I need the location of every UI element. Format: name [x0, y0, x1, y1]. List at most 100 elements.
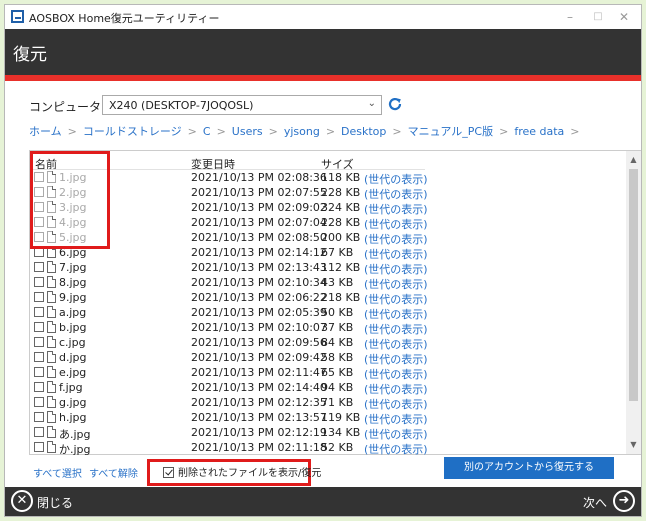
maximize-button[interactable]: □ [589, 8, 607, 26]
file-row[interactable]: 5.jpg 2021/10/13 PM 02:08:50 200 KB (世代の表示) [30, 230, 622, 246]
file-row[interactable]: b.jpg 2021/10/13 PM 02:10:07 37 KB (世代の表示) [30, 320, 622, 336]
file-size: 112 KB [321, 261, 361, 274]
file-checkbox[interactable] [34, 172, 44, 182]
show-deleted-label: 削除されたファイルを表示/復元 [178, 468, 322, 479]
scroll-up-icon[interactable]: ▲ [626, 154, 641, 166]
breadcrumb-item[interactable]: free data [514, 125, 564, 138]
file-row[interactable]: f.jpg 2021/10/13 PM 02:14:40 94 KB (世代の表示) [30, 380, 622, 396]
file-checkbox[interactable] [34, 442, 44, 452]
file-checkbox[interactable] [34, 382, 44, 392]
file-checkbox[interactable] [34, 307, 44, 317]
file-list: 名前 変更日時 サイズ 1.jpg 2021/10/13 PM 02:08:36 1… [29, 150, 641, 457]
file-row[interactable]: h.jpg 2021/10/13 PM 02:13:57 119 KB (世代の表示) [30, 410, 622, 426]
file-row[interactable]: 4.jpg 2021/10/13 PM 02:07:04 228 KB (世代の表示) [30, 215, 622, 231]
file-row[interactable]: d.jpg 2021/10/13 PM 02:09:42 58 KB (世代の表示) [30, 350, 622, 366]
vertical-scrollbar[interactable]: ▲ ▼ [626, 151, 641, 454]
file-checkbox[interactable] [34, 232, 44, 242]
app-logo-icon [11, 10, 24, 23]
scroll-thumb[interactable] [629, 169, 638, 401]
show-versions-link[interactable]: (世代の表示) [364, 441, 428, 457]
file-row[interactable]: 1.jpg 2021/10/13 PM 02:08:36 118 KB (世代の表示) [30, 170, 622, 186]
select-all-link[interactable]: すべて選択 [33, 465, 82, 480]
file-name: g.jpg [59, 396, 87, 409]
file-checkbox[interactable] [34, 262, 44, 272]
file-modified-date: 2021/10/13 PM 02:13:43 [191, 261, 327, 274]
file-row[interactable]: 7.jpg 2021/10/13 PM 02:13:43 112 KB (世代の表示) [30, 260, 622, 276]
file-row[interactable]: 2.jpg 2021/10/13 PM 02:07:55 228 KB (世代の表示) [30, 185, 622, 201]
breadcrumb-item[interactable]: C [203, 125, 211, 138]
refresh-icon[interactable] [386, 95, 404, 113]
close-window-button[interactable]: ✕ [615, 8, 633, 26]
file-checkbox[interactable] [34, 397, 44, 407]
file-size: 228 KB [321, 186, 361, 199]
file-icon [47, 186, 56, 198]
file-checkbox[interactable] [34, 412, 44, 422]
close-circle-icon[interactable]: ✕ [11, 490, 33, 512]
computer-dropdown[interactable]: X240 (DESKTOP-7JOQOSL) ⌄ [102, 95, 382, 115]
breadcrumb-separator: > [325, 125, 336, 138]
deselect-all-link[interactable]: すべて解除 [89, 465, 138, 480]
file-size: 84 KB [321, 336, 354, 349]
breadcrumb-item[interactable]: コールドストレージ [83, 125, 182, 138]
file-checkbox[interactable] [34, 352, 44, 362]
file-icon [47, 411, 56, 423]
file-modified-date: 2021/10/13 PM 02:06:22 [191, 291, 327, 304]
file-modified-date: 2021/10/13 PM 02:14:40 [191, 381, 327, 394]
file-checkbox[interactable] [34, 292, 44, 302]
file-size: 218 KB [321, 291, 361, 304]
arrow-right-icon[interactable]: ➜ [613, 490, 635, 512]
file-icon [47, 321, 56, 333]
file-checkbox[interactable] [34, 217, 44, 227]
restore-from-other-account-button[interactable]: 別のアカウントから復元する [444, 457, 614, 479]
file-size: 118 KB [321, 171, 361, 184]
breadcrumb-item[interactable]: yjsong [284, 125, 320, 138]
file-size: 324 KB [321, 201, 361, 214]
file-size: 200 KB [321, 231, 361, 244]
file-size: 58 KB [321, 351, 354, 364]
file-modified-date: 2021/10/13 PM 02:12:19 [191, 426, 327, 439]
minimize-button[interactable]: – [561, 8, 579, 26]
scroll-down-icon[interactable]: ▼ [626, 439, 641, 451]
computer-selected-value: X240 (DESKTOP-7JOQOSL) [109, 99, 254, 112]
file-row[interactable]: 8.jpg 2021/10/13 PM 02:10:34 43 KB (世代の表示) [30, 275, 622, 291]
breadcrumb-item[interactable]: ホーム [29, 125, 62, 138]
file-icon [47, 381, 56, 393]
file-row[interactable]: 6.jpg 2021/10/13 PM 02:14:12 67 KB (世代の表示) [30, 245, 622, 261]
file-checkbox[interactable] [34, 367, 44, 377]
file-icon [47, 366, 56, 378]
close-button[interactable]: 閉じる [37, 494, 73, 511]
file-icon [47, 396, 56, 408]
checkbox-checked-icon[interactable] [163, 467, 174, 478]
file-size: 52 KB [321, 441, 354, 454]
file-name: 2.jpg [59, 186, 87, 199]
file-icon [47, 306, 56, 318]
file-name: 3.jpg [59, 201, 87, 214]
file-checkbox[interactable] [34, 277, 44, 287]
file-modified-date: 2021/10/13 PM 02:09:56 [191, 336, 327, 349]
file-row[interactable]: 3.jpg 2021/10/13 PM 02:09:02 324 KB (世代の表示) [30, 200, 622, 216]
file-modified-date: 2021/10/13 PM 02:12:35 [191, 396, 327, 409]
file-checkbox[interactable] [34, 247, 44, 257]
file-modified-date: 2021/10/13 PM 02:09:42 [191, 351, 327, 364]
file-row[interactable]: a.jpg 2021/10/13 PM 02:05:39 50 KB (世代の表示) [30, 305, 622, 321]
next-button[interactable]: 次へ [583, 494, 607, 511]
file-checkbox[interactable] [34, 337, 44, 347]
file-checkbox[interactable] [34, 202, 44, 212]
breadcrumb-item[interactable]: Users [232, 125, 263, 138]
file-row[interactable]: か.jpg 2021/10/13 PM 02:11:18 52 KB (世代の表示) [30, 440, 622, 457]
file-checkbox[interactable] [34, 187, 44, 197]
file-name: 6.jpg [59, 246, 87, 259]
breadcrumb-item[interactable]: マニュアル_PC版 [408, 125, 493, 138]
file-checkbox[interactable] [34, 322, 44, 332]
show-deleted-checkbox[interactable]: 削除されたファイルを表示/復元 [163, 464, 321, 479]
file-modified-date: 2021/10/13 PM 02:09:02 [191, 201, 327, 214]
file-checkbox[interactable] [34, 427, 44, 437]
file-name: h.jpg [59, 411, 87, 424]
file-row[interactable]: c.jpg 2021/10/13 PM 02:09:56 84 KB (世代の表示) [30, 335, 622, 351]
file-row[interactable]: 9.jpg 2021/10/13 PM 02:06:22 218 KB (世代の表示) [30, 290, 622, 306]
breadcrumb-item[interactable]: Desktop [341, 125, 386, 138]
file-row[interactable]: e.jpg 2021/10/13 PM 02:11:47 65 KB (世代の表示) [30, 365, 622, 381]
file-row[interactable]: g.jpg 2021/10/13 PM 02:12:35 71 KB (世代の表示) [30, 395, 622, 411]
file-row[interactable]: あ.jpg 2021/10/13 PM 02:12:19 134 KB (世代の表示) [30, 425, 622, 441]
file-name: 5.jpg [59, 231, 87, 244]
